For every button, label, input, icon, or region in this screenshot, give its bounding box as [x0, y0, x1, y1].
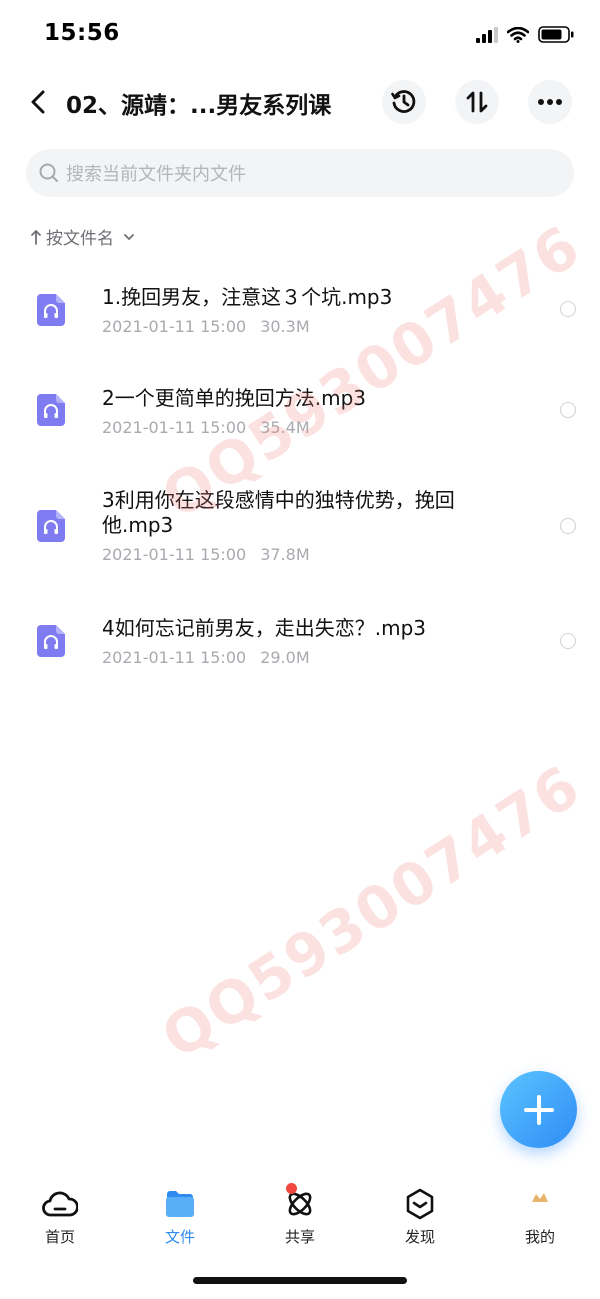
more-icon [538, 99, 562, 105]
cloud-icon [42, 1191, 78, 1217]
notification-badge [286, 1183, 297, 1194]
avatar-icon [532, 1193, 548, 1202]
audio-file-icon [37, 394, 65, 426]
search-icon [39, 163, 58, 182]
file-size: 29.0M [260, 648, 310, 667]
folder-icon [166, 1191, 194, 1217]
tab-share[interactable]: 共享 [260, 1183, 340, 1247]
tab-mine[interactable]: 我的 [500, 1188, 580, 1247]
add-button[interactable] [500, 1071, 577, 1148]
tab-home[interactable]: 首页 [20, 1188, 100, 1247]
tab-discover[interactable]: 发现 [380, 1188, 460, 1247]
status-icons [476, 26, 574, 43]
select-radio[interactable] [560, 633, 576, 649]
audio-file-icon [37, 294, 65, 326]
signal-icon [476, 26, 498, 43]
file-date: 2021-01-11 15:00 [102, 648, 247, 667]
arrow-up-icon [31, 229, 41, 245]
file-meta: 2021-01-11 15:00 30.3M [102, 317, 310, 336]
tab-label: 首页 [44, 1228, 75, 1246]
file-name: 3利用你在这段感情中的独特优势，挽回他.mp3 [102, 488, 455, 537]
file-name: 4如何忘记前男友，走出失恋？.mp3 [102, 616, 426, 640]
audio-file-icon [37, 510, 65, 542]
watermark: QQ593007476 [150, 751, 593, 1073]
history-icon [391, 90, 416, 113]
sort-label: 按文件名 [46, 229, 114, 249]
file-meta: 2021-01-11 15:00 37.8M [102, 545, 310, 564]
file-date: 2021-01-11 15:00 [102, 317, 247, 336]
tab-label: 共享 [284, 1228, 315, 1246]
select-radio[interactable] [560, 518, 576, 534]
plus-icon [523, 1094, 554, 1125]
tab-label: 文件 [164, 1228, 195, 1246]
history-button[interactable] [382, 80, 426, 124]
sort-button[interactable] [455, 80, 499, 124]
file-size: 37.8M [260, 545, 310, 564]
file-size: 30.3M [260, 317, 310, 336]
file-date: 2021-01-11 15:00 [102, 545, 247, 564]
select-radio[interactable] [560, 402, 576, 418]
search-input[interactable]: 搜索当前文件夹内文件 [26, 149, 574, 197]
select-radio[interactable] [560, 301, 576, 317]
audio-file-icon [37, 625, 65, 657]
search-placeholder: 搜索当前文件夹内文件 [66, 164, 246, 185]
sort-selector[interactable]: 按文件名 [30, 224, 136, 249]
back-button[interactable] [24, 86, 52, 118]
home-indicator [193, 1277, 407, 1284]
tab-files[interactable]: 文件 [140, 1188, 220, 1247]
tab-label: 我的 [524, 1228, 555, 1246]
wifi-icon [507, 26, 529, 43]
file-row[interactable]: 4如何忘记前男友，走出失恋？.mp3 2021-01-11 15:00 29.0… [0, 604, 600, 684]
more-button[interactable] [528, 80, 572, 124]
chevron-down-icon [124, 233, 134, 240]
file-row[interactable]: 3利用你在这段感情中的独特优势，挽回他.mp3 2021-01-11 15:00… [0, 476, 600, 576]
sort-arrows-icon [466, 91, 488, 113]
folder-title: 02、源靖：...男友系列课 [66, 93, 332, 119]
tab-label: 发现 [404, 1228, 435, 1246]
battery-icon [538, 26, 574, 43]
chevron-left-icon [31, 90, 45, 114]
box-icon [406, 1188, 434, 1220]
file-meta: 2021-01-11 15:00 29.0M [102, 648, 310, 667]
status-time: 15:56 [44, 20, 120, 46]
